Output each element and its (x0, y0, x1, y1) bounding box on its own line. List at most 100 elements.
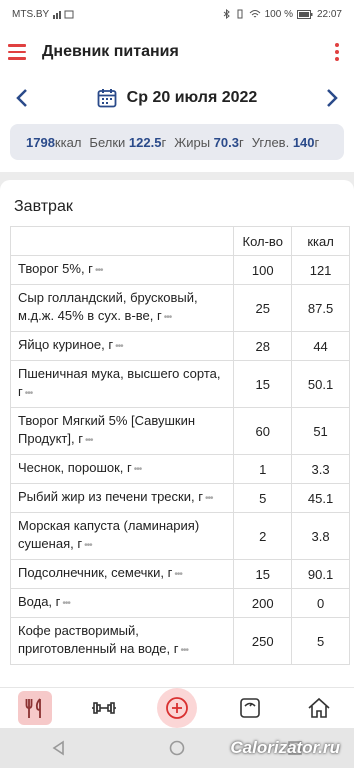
add-entry-button[interactable] (156, 688, 197, 728)
food-qty: 15 (233, 559, 293, 589)
table-row[interactable]: Морская капуста (ламинария) сушеная, г ••… (9, 512, 350, 560)
calendar-icon (97, 89, 117, 108)
food-kcal: 3.3 (291, 454, 350, 484)
clock-label: 22:07 (316, 8, 342, 20)
fat-total: Жиры 70.3г (174, 134, 244, 150)
table-row[interactable]: Кофе растворимый, приготовленный на воде… (9, 617, 350, 665)
food-qty: 1 (233, 454, 293, 484)
food-name: Пшеничная мука, высшего сорта, г ••• (9, 360, 235, 408)
home-tab[interactable] (302, 691, 336, 725)
more-dots-icon[interactable]: ••• (85, 435, 93, 446)
food-name: Вода, г ••• (9, 588, 235, 618)
more-options-icon[interactable] (326, 39, 348, 65)
workouts-tab[interactable] (87, 691, 121, 725)
food-kcal: 87.5 (291, 284, 350, 332)
more-dots-icon[interactable]: ••• (62, 598, 70, 609)
home-circle-icon[interactable] (169, 740, 185, 756)
table-row[interactable]: Творог Мягкий 5% [Савушкин Продукт], г ••… (9, 407, 350, 455)
vibrate-icon (237, 9, 243, 19)
home-icon (308, 697, 330, 718)
food-kcal: 44 (291, 331, 350, 361)
food-kcal: 45.1 (291, 483, 350, 513)
weight-tab[interactable] (233, 691, 267, 725)
name-column-header (9, 226, 235, 256)
nutrition-summary: 1798ккал Белки 122.5г Жиры 70.3г Углев. … (10, 124, 344, 160)
app-bar: Дневник питания (0, 28, 354, 76)
food-kcal: 50.1 (291, 360, 350, 408)
food-kcal: 5 (291, 617, 350, 665)
diary-tab[interactable] (17, 691, 52, 725)
bluetooth-icon (223, 9, 230, 19)
dumbbell-icon (92, 702, 117, 714)
food-name: Чеснок, порошок, г ••• (9, 454, 235, 484)
next-day-button[interactable] (320, 86, 344, 110)
kcal-column-header: ккал (291, 226, 350, 256)
food-kcal: 90.1 (291, 559, 350, 589)
table-row[interactable]: Сыр голландский, брусковый, м.д.ж. 45% в… (9, 284, 350, 332)
table-row[interactable]: Пшеничная мука, высшего сорта, г ••• 15 50.… (9, 360, 350, 408)
table-row[interactable]: Творог 5%, г ••• 100 121 (9, 255, 350, 285)
more-dots-icon[interactable]: ••• (174, 569, 182, 580)
food-qty: 25 (233, 284, 293, 332)
nutrition-summary-container: 1798ккал Белки 122.5г Жиры 70.3г Углев. … (0, 120, 354, 172)
food-name: Морская капуста (ламинария) сушеная, г ••… (9, 512, 235, 560)
table-header: Кол-во ккал (9, 226, 350, 256)
food-name: Кофе растворимый, приготовленный на воде… (9, 617, 235, 665)
menu-icon[interactable] (8, 39, 34, 65)
food-qty: 5 (233, 483, 293, 513)
meal-title: Завтрак (14, 198, 73, 215)
food-kcal: 121 (291, 255, 350, 285)
battery-label: 100 % (264, 8, 293, 20)
battery-icon (296, 9, 313, 19)
more-dots-icon[interactable]: ••• (25, 388, 33, 399)
add-icon (166, 697, 188, 719)
carrier-label: MTS.BY (12, 8, 50, 20)
food-table: Кол-во ккал Творог 5%, г ••• 100 121 Сыр гол… (9, 226, 350, 665)
food-qty: 250 (233, 617, 293, 665)
chevron-left-icon (16, 89, 27, 107)
carb-total: Углев. 140г (251, 134, 320, 150)
more-dots-icon[interactable]: ••• (115, 341, 123, 352)
food-qty: 60 (233, 407, 293, 455)
watermark: Calorizator.ru (230, 738, 340, 757)
more-dots-icon[interactable]: ••• (134, 464, 142, 475)
protein-total: Белки 122.5г (89, 134, 167, 150)
food-qty: 15 (233, 360, 293, 408)
kcal-total: 1798ккал (26, 134, 82, 150)
food-qty: 100 (233, 255, 293, 285)
food-kcal: 3.8 (291, 512, 350, 560)
fork-knife-icon (25, 698, 41, 718)
back-icon[interactable] (51, 740, 67, 756)
food-name: Подсолнечник, семечки, г ••• (9, 559, 235, 589)
wifi-icon (249, 10, 260, 18)
previous-day-button[interactable] (10, 86, 34, 110)
table-row[interactable]: Вода, г ••• 200 0 (9, 588, 350, 618)
food-qty: 28 (233, 331, 293, 361)
table-row[interactable]: Рыбий жир из печени трески, г ••• 5 45.1 (9, 483, 350, 513)
food-kcal: 51 (291, 407, 350, 455)
scale-icon (239, 698, 260, 718)
food-name: Творог Мягкий 5% [Савушкин Продукт], г ••… (9, 407, 235, 455)
date-navigator: Ср 20 июля 2022 (0, 76, 354, 120)
meal-card: Завтрак Кол-во ккал Творог 5%, г ••• 100 12… (0, 180, 354, 688)
signal-icon (53, 10, 74, 19)
more-dots-icon[interactable]: ••• (84, 540, 92, 551)
food-name: Яйцо куриное, г ••• (9, 331, 235, 361)
table-row[interactable]: Чеснок, порошок, г ••• 1 3.3 (9, 454, 350, 484)
food-name: Сыр голландский, брусковый, м.д.ж. 45% в… (9, 284, 235, 332)
food-qty: 2 (233, 512, 293, 560)
more-dots-icon[interactable]: ••• (205, 493, 213, 504)
more-dots-icon[interactable]: ••• (180, 645, 188, 656)
table-row[interactable]: Яйцо куриное, г ••• 28 44 (9, 331, 350, 361)
chevron-right-icon (327, 89, 338, 107)
food-qty: 200 (233, 588, 293, 618)
date-picker[interactable]: Ср 20 июля 2022 (97, 88, 258, 108)
qty-column-header: Кол-во (233, 226, 293, 256)
more-dots-icon[interactable]: ••• (95, 265, 103, 276)
current-date: Ср 20 июля 2022 (126, 89, 258, 106)
food-name: Рыбий жир из печени трески, г ••• (9, 483, 235, 513)
food-kcal: 0 (291, 588, 350, 618)
status-bar: MTS.BY 100 % 22:07 (0, 0, 354, 28)
more-dots-icon[interactable]: ••• (164, 312, 172, 323)
table-row[interactable]: Подсолнечник, семечки, г ••• 15 90.1 (9, 559, 350, 589)
